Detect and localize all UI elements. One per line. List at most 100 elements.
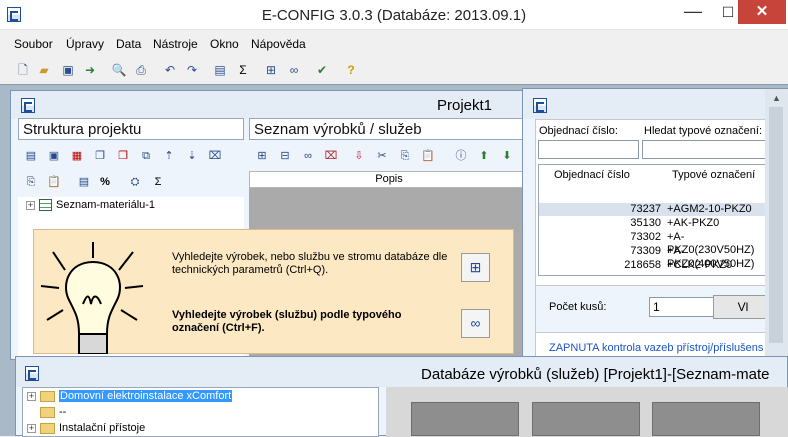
type-search-button[interactable]: ∞: [461, 309, 490, 338]
save-icon[interactable]: ▣: [60, 62, 76, 78]
hint-text-tree: Vyhledejte výrobek, nebo službu ve strom…: [172, 251, 448, 276]
search-window: Objednací číslo: Hledat typové označení:…: [522, 88, 788, 366]
toolbar: 🗋 ▰ ▣ ➜ 🔍 ⎙ ↶ ↷ ▤ Σ ⊞ ∞ ✔ ?: [0, 58, 788, 84]
menu-okno[interactable]: Okno: [210, 37, 239, 51]
scroll-up-icon[interactable]: ▲: [772, 93, 781, 103]
search-window-titlebar: [523, 89, 787, 119]
tree-search-icon[interactable]: ⊞: [254, 148, 270, 164]
open-folder-icon[interactable]: ▰: [36, 62, 52, 78]
menu-bar: Soubor Úpravy Data Nástroje Okno Nápověd…: [0, 34, 788, 54]
order-number-input[interactable]: [538, 140, 639, 159]
tree-search-button[interactable]: ⊞: [461, 253, 490, 282]
copy-red-icon[interactable]: ❐: [115, 148, 131, 164]
binoculars-icon[interactable]: ∞: [286, 62, 302, 78]
copy-icon[interactable]: ⎘: [397, 148, 413, 164]
expand-icon[interactable]: +: [27, 423, 36, 433]
tree-item[interactable]: --: [27, 406, 66, 418]
arrow-down-icon[interactable]: ⬇: [499, 148, 515, 164]
properties-icon[interactable]: ▤: [76, 174, 92, 190]
menu-upravy[interactable]: Úpravy: [66, 37, 104, 51]
expand-icon[interactable]: +: [26, 200, 35, 210]
title-bar: E-CONFIG 3.0.3 (Databáze: 2013.09.1) — ☐…: [0, 0, 788, 30]
close-button[interactable]: ✕: [738, 0, 786, 24]
project-window-icon[interactable]: [21, 98, 35, 113]
col-order-number[interactable]: Objednací číslo: [554, 169, 630, 181]
print-icon[interactable]: ⎙: [133, 62, 149, 78]
search-window-icon[interactable]: [533, 98, 547, 113]
export-icon[interactable]: ➜: [82, 62, 98, 78]
redo-icon[interactable]: ↷: [184, 62, 200, 78]
check-list-icon[interactable]: ✔: [314, 62, 330, 78]
undo-icon[interactable]: ↶: [162, 62, 178, 78]
type-cell: +AGM2-10-PKZ0: [667, 203, 752, 215]
sum-icon[interactable]: Σ: [235, 62, 251, 78]
database-tree[interactable]: + Domovní elektroinstalace xComfort -- + I…: [22, 387, 379, 437]
binoculars-icon: ∞: [470, 315, 481, 331]
table-icon[interactable]: ▦: [69, 148, 85, 164]
percent-icon[interactable]: %: [97, 174, 113, 190]
copy-window-icon[interactable]: ❐: [92, 148, 108, 164]
tree-item-label: Seznam-materiálu-1: [56, 199, 156, 211]
menu-napoveda[interactable]: Nápověda: [251, 37, 306, 51]
info-icon[interactable]: ⓘ: [453, 148, 469, 164]
filter-icon[interactable]: ⛭: [127, 174, 143, 190]
new-file-icon[interactable]: 🗋: [15, 62, 31, 78]
tree-search-icon[interactable]: ⊞: [263, 62, 279, 78]
results-table[interactable]: Objednací číslo Typové označení 73237 +AG…: [538, 164, 767, 276]
scroll-thumb[interactable]: [769, 107, 783, 343]
add-button[interactable]: Vl: [713, 295, 773, 319]
delete-item-icon[interactable]: ⌧: [207, 148, 223, 164]
list-icon[interactable]: ▤: [23, 148, 39, 164]
paste-icon[interactable]: 📋: [46, 174, 62, 190]
binoculars-icon[interactable]: ∞: [300, 148, 316, 164]
minimize-button[interactable]: —: [675, 0, 711, 24]
project-window-titlebar: Projekt1: [11, 91, 524, 119]
cut-icon[interactable]: ✂: [374, 148, 390, 164]
preview-thumbnail[interactable]: [411, 402, 519, 436]
scrollbar[interactable]: ▲: [765, 89, 788, 366]
paste-icon[interactable]: 📋: [420, 148, 436, 164]
expand-icon[interactable]: +: [27, 391, 36, 401]
move-down-icon[interactable]: ⇣: [184, 148, 200, 164]
preview-thumbnail[interactable]: [532, 402, 640, 436]
import-icon[interactable]: ⇩: [351, 148, 367, 164]
clear-filter-icon[interactable]: ⌧: [323, 148, 339, 164]
help-icon[interactable]: ?: [343, 62, 359, 78]
folder-icon: [40, 406, 55, 418]
frame-icon[interactable]: ▣: [46, 148, 62, 164]
type-cell: +AK-PKZ0: [667, 217, 720, 229]
structure-header: Struktura projektu: [18, 118, 244, 140]
status-text: ZAPNUTA kontrola vazeb přístroj/přísluše…: [549, 342, 764, 354]
menu-soubor[interactable]: Soubor: [14, 37, 53, 51]
hint-text-type: Vyhledejte výrobek (službu) podle typové…: [172, 309, 402, 334]
column-header-popis[interactable]: Popis: [249, 171, 529, 188]
sum-icon[interactable]: Σ: [150, 174, 166, 190]
duplicate-icon[interactable]: ⧉: [138, 148, 154, 164]
tree-search-icon: ⊞: [469, 259, 482, 275]
window-title: E-CONFIG 3.0.3 (Databáze: 2013.09.1): [261, 7, 527, 24]
order-number-label: Objednací číslo:: [539, 125, 618, 137]
tree-item-label: Domovní elektroinstalace xComfort: [59, 390, 233, 402]
arrow-up-icon[interactable]: ⬆: [476, 148, 492, 164]
preview-thumbnail[interactable]: [652, 402, 760, 436]
menu-nastroje[interactable]: Nástroje: [153, 37, 198, 51]
type-search-input[interactable]: [642, 140, 767, 159]
properties-icon[interactable]: ▤: [212, 62, 228, 78]
database-window-icon[interactable]: [25, 366, 39, 381]
col-type[interactable]: Typové označení: [672, 169, 755, 181]
tree-item[interactable]: + Domovní elektroinstalace xComfort: [27, 390, 233, 402]
print-preview-icon[interactable]: 🔍: [111, 62, 127, 78]
folder-icon: [40, 422, 55, 434]
tree-item[interactable]: + Instalační přístoje: [27, 422, 145, 434]
tree-item-label: --: [59, 406, 67, 418]
project-window-title: Projekt1: [437, 97, 493, 114]
database-window-titlebar: Databáze výrobků (služeb) [Projekt1]-[Se…: [16, 357, 787, 387]
order-cell: 73309: [630, 245, 661, 257]
quantity-input[interactable]: 1: [649, 297, 715, 317]
tree-item[interactable]: + Seznam-materiálu-1: [26, 199, 156, 212]
order-cell: 35130: [630, 217, 661, 229]
menu-data[interactable]: Data: [116, 37, 141, 51]
move-up-icon[interactable]: ⇡: [161, 148, 177, 164]
copy-icon[interactable]: ⎘: [23, 174, 39, 190]
tree-find-icon[interactable]: ⊟: [277, 148, 293, 164]
